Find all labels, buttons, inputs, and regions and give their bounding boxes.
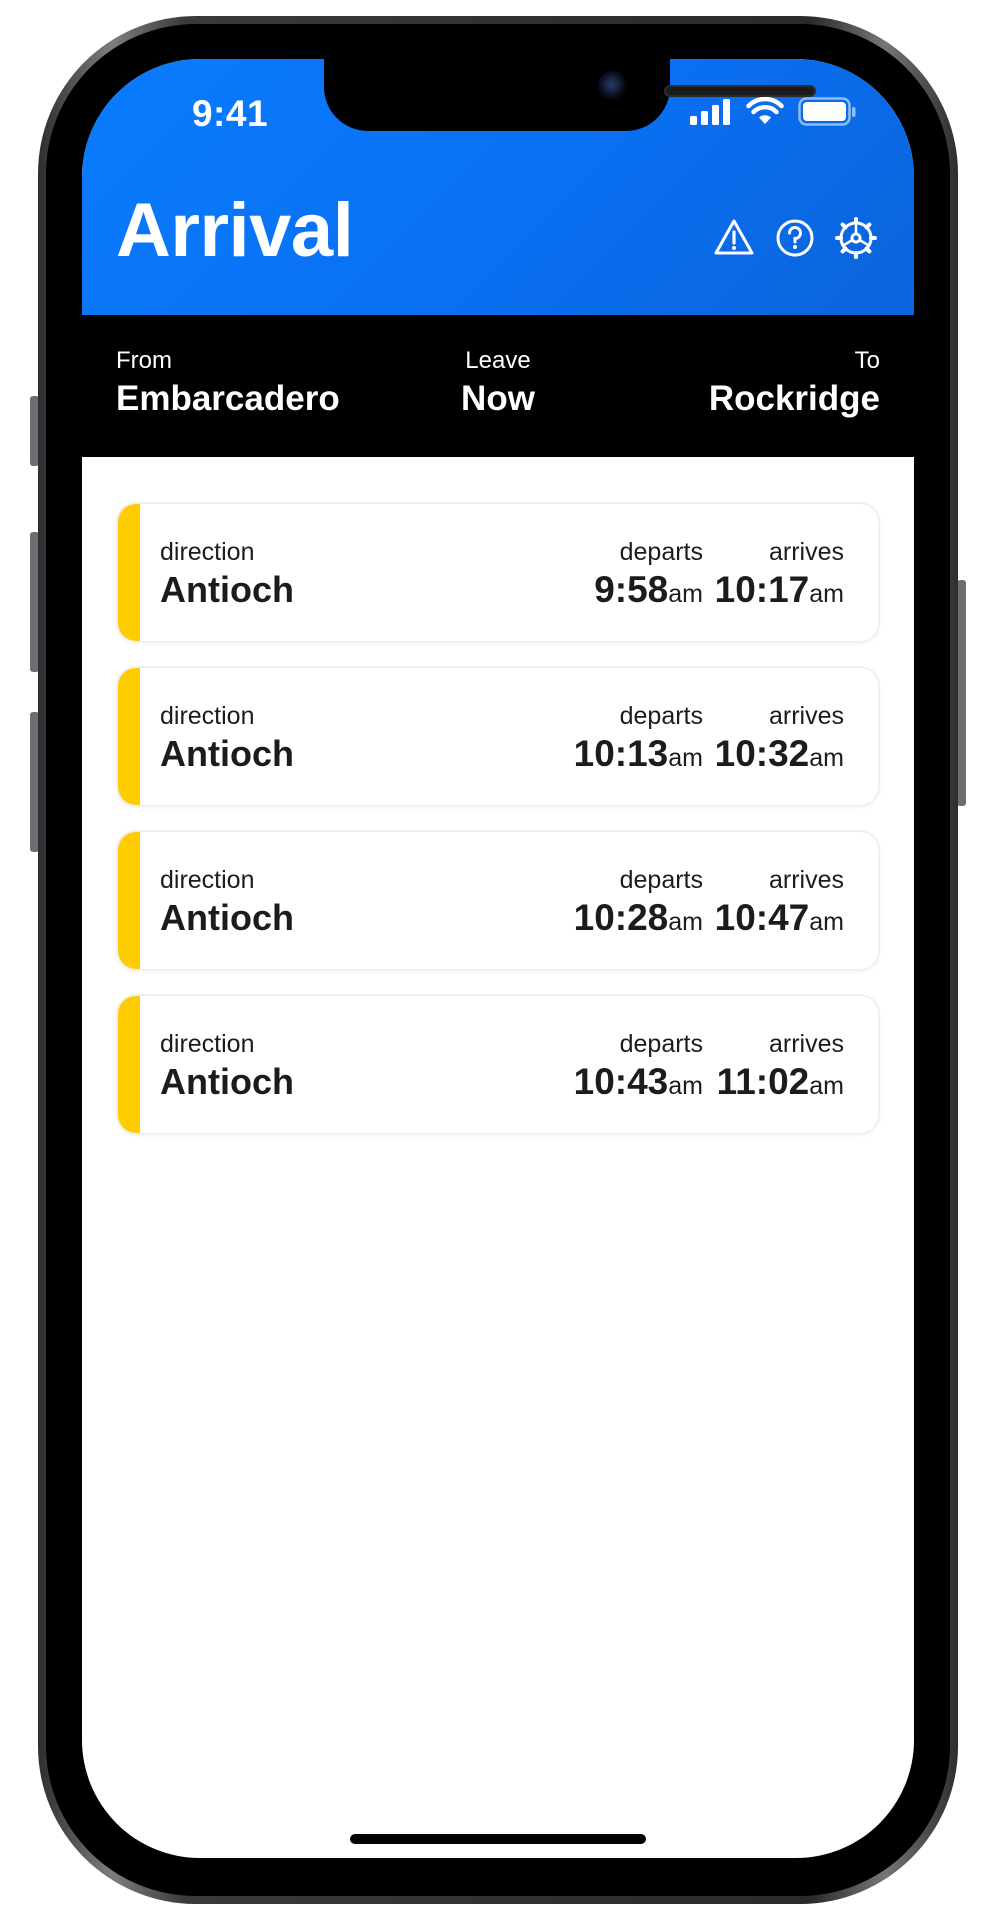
earpiece-speaker [664, 85, 816, 97]
departs-time: 10:13 [573, 733, 669, 774]
arrives-label: arrives [768, 1030, 844, 1058]
page-title: Arrival [116, 188, 354, 273]
battery-icon [798, 97, 856, 126]
power-button [957, 580, 966, 806]
departs-ampm: am [668, 1072, 703, 1100]
app-header: 9:41 Arrival [82, 59, 914, 315]
arrives-time: 11:02 [716, 1061, 810, 1102]
direction-value: Antioch [160, 897, 294, 938]
line-color-stripe [118, 832, 140, 969]
line-color-stripe [118, 668, 140, 805]
direction-value: Antioch [160, 733, 294, 774]
from-label: From [116, 347, 172, 374]
departs-ampm: am [668, 744, 703, 772]
direction-label: direction [160, 1030, 255, 1058]
status-icons [690, 95, 860, 135]
status-time: 9:41 [191, 93, 269, 134]
direction-label: direction [160, 538, 255, 566]
departs-ampm: am [668, 908, 703, 936]
trip-card[interactable]: direction Antioch departs 10:13am arrive… [116, 666, 880, 807]
departs-ampm: am [668, 580, 703, 608]
line-color-stripe [118, 996, 140, 1133]
phone-screen: 9:41 Arrival From Embarcadero Leave Now … [82, 59, 914, 1858]
arrives-label: arrives [768, 702, 844, 730]
departs-label: departs [619, 702, 703, 730]
direction-label: direction [160, 866, 255, 894]
arrives-ampm: am [809, 1072, 844, 1100]
to-label: To [854, 347, 880, 374]
help-button[interactable] [773, 216, 817, 260]
from-value: Embarcadero [116, 379, 340, 418]
front-camera [598, 71, 628, 101]
trip-list: direction Antioch departs 9:58am arrives… [116, 502, 880, 1158]
leave-value: Now [461, 379, 535, 418]
alert-icon [714, 219, 754, 255]
trip-card[interactable]: direction Antioch departs 10:28am arrive… [116, 830, 880, 971]
alert-button[interactable] [712, 216, 756, 260]
departs-label: departs [619, 1030, 703, 1058]
leave-label: Leave [465, 347, 531, 374]
arrives-ampm: am [809, 580, 844, 608]
arrives-ampm: am [809, 908, 844, 936]
departs-label: departs [619, 538, 703, 566]
arrives-label: arrives [768, 866, 844, 894]
settings-icon [835, 217, 877, 259]
arrives-time: 10:17 [714, 569, 810, 610]
from-station-selector[interactable]: From Embarcadero [116, 347, 340, 419]
leave-time-selector[interactable]: Leave Now [422, 347, 574, 419]
line-color-stripe [118, 504, 140, 641]
departs-time: 10:43 [573, 1061, 669, 1102]
direction-value: Antioch [160, 1061, 294, 1102]
to-station-selector[interactable]: To Rockridge [709, 347, 880, 419]
home-indicator[interactable] [350, 1834, 646, 1844]
direction-value: Antioch [160, 569, 294, 610]
help-icon [776, 219, 814, 257]
to-value: Rockridge [708, 379, 880, 418]
direction-label: direction [160, 702, 255, 730]
departs-label: departs [619, 866, 703, 894]
arrives-ampm: am [809, 744, 844, 772]
cellular-signal-icon [690, 99, 730, 125]
arrives-label: arrives [768, 538, 844, 566]
trip-card[interactable]: direction Antioch departs 9:58am arrives… [116, 502, 880, 643]
route-bar: From Embarcadero Leave Now To Rockridge [82, 315, 914, 457]
departs-time: 10:28 [573, 897, 669, 938]
arrives-time: 10:32 [714, 733, 810, 774]
wifi-icon [746, 97, 784, 124]
notch [324, 59, 816, 131]
trip-card[interactable]: direction Antioch departs 10:43am arrive… [116, 994, 880, 1135]
departs-time: 9:58 [594, 569, 669, 610]
settings-button[interactable] [834, 216, 878, 260]
arrives-time: 10:47 [714, 897, 810, 938]
